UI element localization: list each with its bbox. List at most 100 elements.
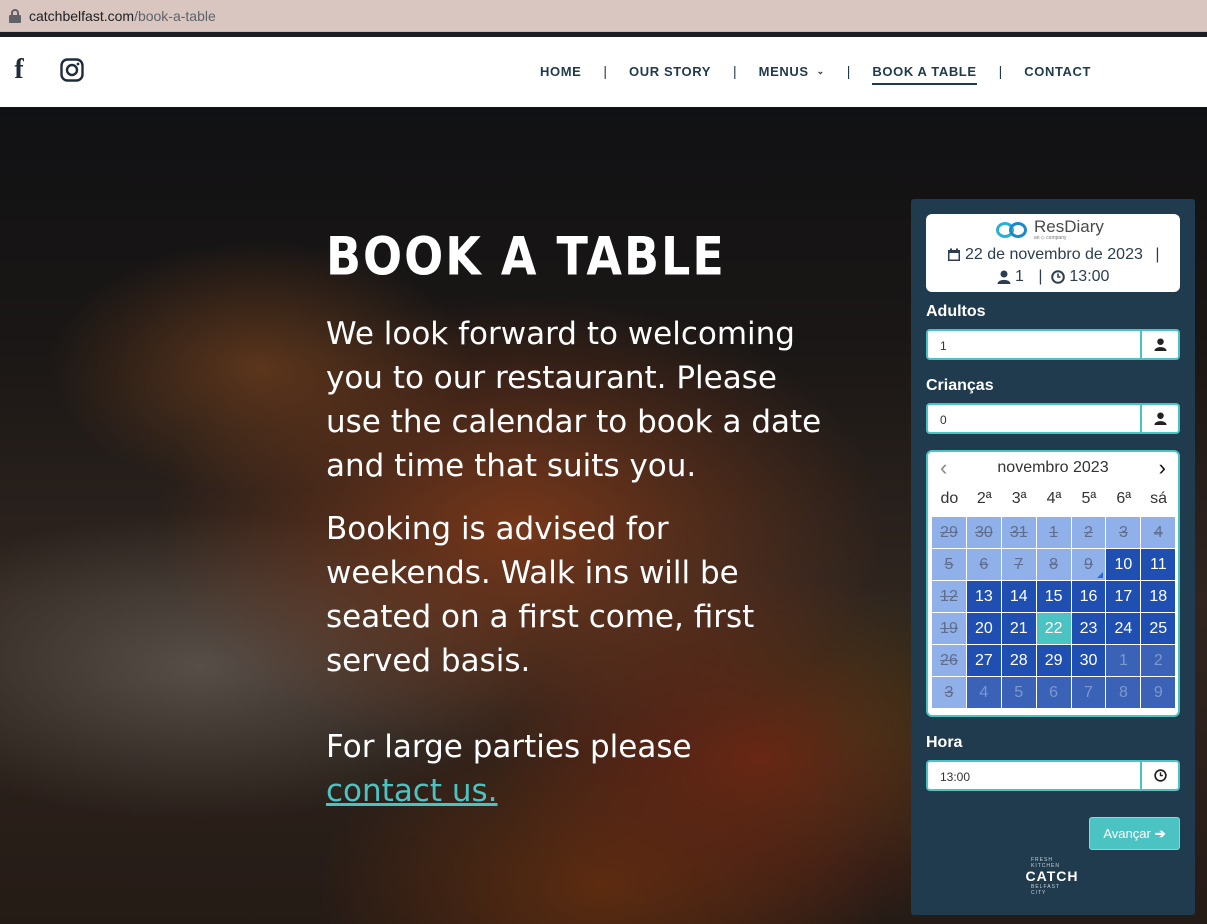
nav-book-a-table[interactable]: BOOK A TABLE	[872, 64, 977, 85]
nav-menus[interactable]: MENUS ⌄	[759, 64, 825, 85]
weekday-label: 6ª	[1116, 490, 1132, 507]
calendar-day[interactable]: 25	[1141, 613, 1177, 645]
url-text[interactable]: catchbelfast.com/book-a-table	[29, 8, 216, 24]
user-icon	[997, 270, 1011, 284]
facebook-icon[interactable]: f	[10, 56, 28, 84]
calendar-day[interactable]: 30	[1071, 645, 1107, 677]
nav-separator: |	[998, 63, 1003, 79]
resdiary-logo: ResDiary an ◇ company	[996, 218, 1104, 241]
calendar-day-number: 16	[1079, 587, 1098, 605]
nav-menus-label: MENUS	[758, 63, 809, 79]
calendar-day-number: 5	[944, 555, 954, 573]
nav-contact[interactable]: CONTACT	[1024, 64, 1091, 85]
adults-field[interactable]: 1	[926, 329, 1180, 360]
instagram-icon[interactable]	[60, 58, 84, 82]
clock-icon	[1140, 762, 1178, 789]
calendar-day: 6	[966, 549, 1002, 581]
calendar-day-number: 27	[974, 651, 993, 669]
calendar-day[interactable]: 10	[1106, 549, 1142, 581]
calendar-day-number: 8	[1049, 555, 1059, 573]
nav-separator: |	[603, 63, 608, 79]
weekday-label: 2ª	[976, 490, 992, 507]
walk-in-paragraph: Booking is advised for weekends. Walk in…	[326, 511, 755, 679]
calendar-day[interactable]: 11	[1141, 549, 1177, 581]
calendar-day-number: 18	[1149, 587, 1168, 605]
calendar-day-number: 20	[974, 619, 993, 637]
calendar-day-number: 24	[1114, 619, 1133, 637]
calendar-day: 4	[1141, 517, 1177, 549]
calendar-day-number: 11	[1149, 555, 1167, 573]
calendar-day[interactable]: 20	[966, 613, 1002, 645]
calendar-day-number: 21	[1009, 619, 1028, 637]
contact-us-link[interactable]: contact us.	[326, 773, 498, 809]
calendar-day: 8	[1106, 677, 1142, 709]
calendar-day[interactable]: 22	[1036, 613, 1072, 645]
calendar-day[interactable]: 23	[1071, 613, 1107, 645]
calendar-day[interactable]: 18	[1141, 581, 1177, 613]
calendar-day: 5	[1001, 677, 1037, 709]
calendar-day-number: 4	[1153, 523, 1163, 541]
calendar-day-number: 1	[1049, 523, 1059, 541]
summary-guests-time-line: 1 | 13:00	[926, 268, 1180, 286]
calendar-day-number: 25	[1149, 619, 1168, 637]
children-field[interactable]: 0	[926, 403, 1180, 434]
calendar-month: novembro 2023	[997, 459, 1109, 476]
large-parties-text: For large parties please	[326, 729, 692, 765]
calendar-day[interactable]: 15	[1036, 581, 1072, 613]
chevron-left-icon[interactable]: ‹	[940, 457, 947, 479]
calendar-day[interactable]: 29	[1036, 645, 1072, 677]
weekday-label: sá	[1150, 490, 1168, 507]
calendar-day[interactable]: 13	[966, 581, 1002, 613]
lock-icon	[9, 8, 21, 23]
url-path: /book-a-table	[134, 7, 216, 24]
summary-separator: |	[1038, 268, 1043, 285]
next-button-label: Avançar	[1103, 826, 1151, 841]
calendar-day[interactable]: 28	[1001, 645, 1037, 677]
calendar-day[interactable]: 14	[1001, 581, 1037, 613]
resdiary-rings-icon	[996, 220, 1030, 240]
calendar-day: 2	[1141, 645, 1177, 677]
calendar-day: 30	[966, 517, 1002, 549]
address-bar[interactable]: catchbelfast.com/book-a-table	[0, 0, 1207, 32]
page-title: BOOK A TABLE	[326, 225, 726, 288]
intro-paragraph: We look forward to welcoming you to our …	[326, 316, 822, 484]
calendar-icon	[947, 248, 960, 261]
calendar-day-number: 31	[1009, 523, 1028, 541]
calendar-day-number: 6	[979, 555, 989, 573]
site-header: f HOME | OUR STORY | MENUS ⌄ | BOOK A TAB…	[0, 37, 1207, 107]
calendar-day-number: 15	[1044, 587, 1063, 605]
calendar-day[interactable]: 16	[1071, 581, 1107, 613]
calendar-day[interactable]: 27	[966, 645, 1002, 677]
catch-logo-top: FRESH KITCHEN	[1031, 856, 1060, 869]
calendar-day-number: 9	[1153, 683, 1163, 701]
weekday-label: 4ª	[1046, 490, 1062, 507]
summary-date-line: 22 de novembro de 2023 |	[926, 246, 1180, 264]
time-field[interactable]: 13:00	[926, 760, 1180, 791]
calendar-day-number: 14	[1009, 587, 1028, 605]
user-icon	[1140, 405, 1178, 432]
calendar-day-number: 13	[974, 587, 993, 605]
calendar-day: 29	[932, 517, 967, 549]
calendar-day: 9	[1071, 549, 1107, 581]
nav-separator: |	[846, 63, 851, 79]
calendar-day-number: 3	[1118, 523, 1128, 541]
calendar-day: 12	[932, 581, 967, 613]
nav-our-story[interactable]: OUR STORY	[629, 64, 711, 85]
calendar-day-number: 5	[1014, 683, 1024, 701]
next-button[interactable]: Avançar ➔	[1089, 817, 1180, 850]
calendar-day[interactable]: 17	[1106, 581, 1142, 613]
calendar-day-number: 10	[1114, 555, 1133, 573]
weekday-label: 5ª	[1081, 490, 1097, 507]
calendar-day[interactable]: 21	[1001, 613, 1037, 645]
calendar-day-number: 19	[940, 619, 958, 637]
calendar-day: 9	[1141, 677, 1177, 709]
children-label: Crianças	[926, 377, 994, 394]
main-nav: HOME | OUR STORY | MENUS ⌄ | BOOK A TABLE…	[540, 63, 1091, 85]
calendar-day[interactable]: 24	[1106, 613, 1142, 645]
adults-value: 1	[940, 339, 947, 353]
chevron-right-icon[interactable]: ›	[1159, 457, 1166, 479]
nav-home[interactable]: HOME	[540, 64, 581, 85]
calendar-day-number: 2	[1153, 651, 1163, 669]
calendar-header: ‹ novembro 2023 ›	[928, 452, 1178, 484]
user-icon	[1140, 331, 1178, 358]
